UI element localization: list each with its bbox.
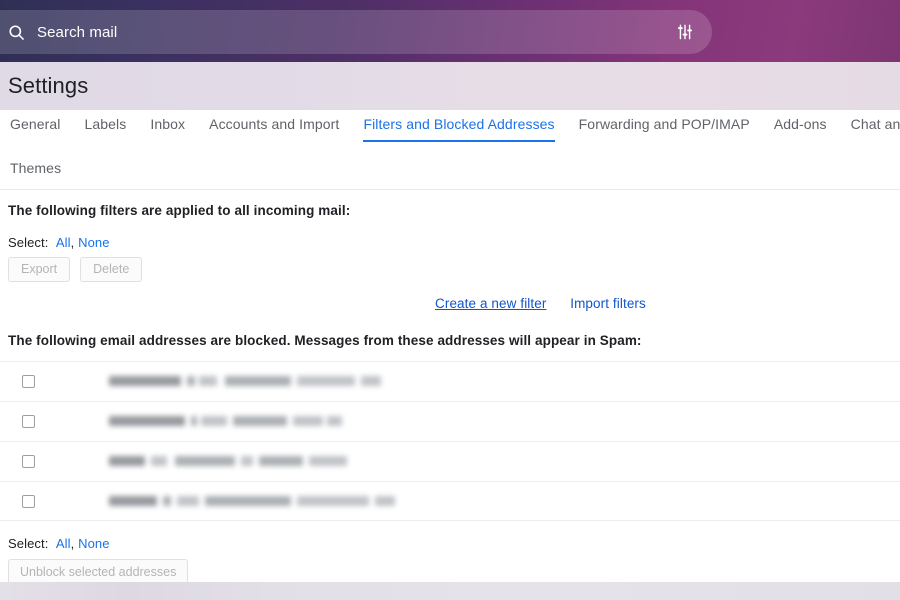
search-icon	[6, 22, 26, 42]
filters-section-heading: The following filters are applied to all…	[8, 203, 351, 218]
blocked-row-checkbox[interactable]	[22, 415, 35, 428]
tab-labels[interactable]: Labels	[85, 110, 127, 142]
blocked-select-none-link[interactable]: None	[78, 536, 109, 551]
tab-forwarding-and-pop-imap[interactable]: Forwarding and POP/IMAP	[579, 110, 750, 142]
search-bar[interactable]	[0, 10, 712, 54]
blocked-address-redacted	[109, 415, 342, 428]
tab-add-ons[interactable]: Add-ons	[774, 110, 827, 142]
table-row[interactable]	[0, 441, 900, 481]
delete-filters-button[interactable]: Delete	[80, 257, 143, 282]
blocked-addresses-list	[0, 361, 900, 521]
blocked-row-checkbox[interactable]	[22, 494, 35, 508]
tune-icon[interactable]	[668, 15, 702, 49]
search-input[interactable]	[37, 20, 668, 44]
create-a-new-filter-link[interactable]: Create a new filter	[435, 296, 546, 311]
settings-content: The following filters are applied to all…	[0, 190, 900, 586]
blocked-section-heading: The following email addresses are blocke…	[8, 333, 642, 348]
bottom-decorative-strip	[0, 582, 900, 600]
filters-select-none-link[interactable]: None	[78, 235, 109, 250]
table-row[interactable]	[0, 361, 900, 401]
filters-select-label: Select:	[8, 235, 49, 250]
tab-row-primary: General Labels Inbox Accounts and Import…	[0, 110, 900, 146]
export-filters-button[interactable]: Export	[8, 257, 71, 282]
blocked-address-redacted	[109, 455, 347, 468]
settings-header-band: Settings	[0, 62, 900, 110]
tab-row-secondary: Themes	[0, 154, 900, 190]
tab-filters-and-blocked-addresses[interactable]: Filters and Blocked Addresses	[363, 110, 555, 142]
tab-themes[interactable]: Themes	[10, 154, 61, 186]
table-row[interactable]	[0, 401, 900, 441]
filters-select-separator: ,	[70, 235, 75, 250]
table-row[interactable]	[0, 481, 900, 521]
blocked-select-all-link[interactable]: All	[56, 536, 71, 551]
filters-select-row: Select: All, None	[8, 235, 892, 250]
top-app-bar	[0, 0, 900, 62]
blocked-select-label: Select:	[8, 536, 49, 551]
filters-select-all-link[interactable]: All	[56, 235, 71, 250]
blocked-select-separator: ,	[70, 536, 75, 551]
tab-inbox[interactable]: Inbox	[150, 110, 185, 142]
tab-accounts-and-import[interactable]: Accounts and Import	[209, 110, 339, 142]
gmail-settings-page: Settings General Labels Inbox Accounts a…	[0, 0, 900, 600]
filter-links-row: Create a new filter Import filters	[8, 296, 892, 311]
blocked-address-redacted	[109, 375, 381, 388]
settings-tab-bar: General Labels Inbox Accounts and Import…	[0, 110, 900, 190]
blocked-address-redacted	[109, 495, 395, 508]
page-title: Settings	[8, 73, 89, 98]
tab-chat-and-meet[interactable]: Chat and Me	[851, 110, 900, 142]
tab-general[interactable]: General	[10, 110, 61, 142]
blocked-row-checkbox[interactable]	[22, 375, 35, 388]
import-filters-link[interactable]: Import filters	[570, 296, 646, 311]
blocked-row-checkbox[interactable]	[22, 455, 35, 468]
filters-action-buttons: Export Delete	[8, 257, 892, 282]
blocked-select-row: Select: All, None	[8, 536, 892, 551]
